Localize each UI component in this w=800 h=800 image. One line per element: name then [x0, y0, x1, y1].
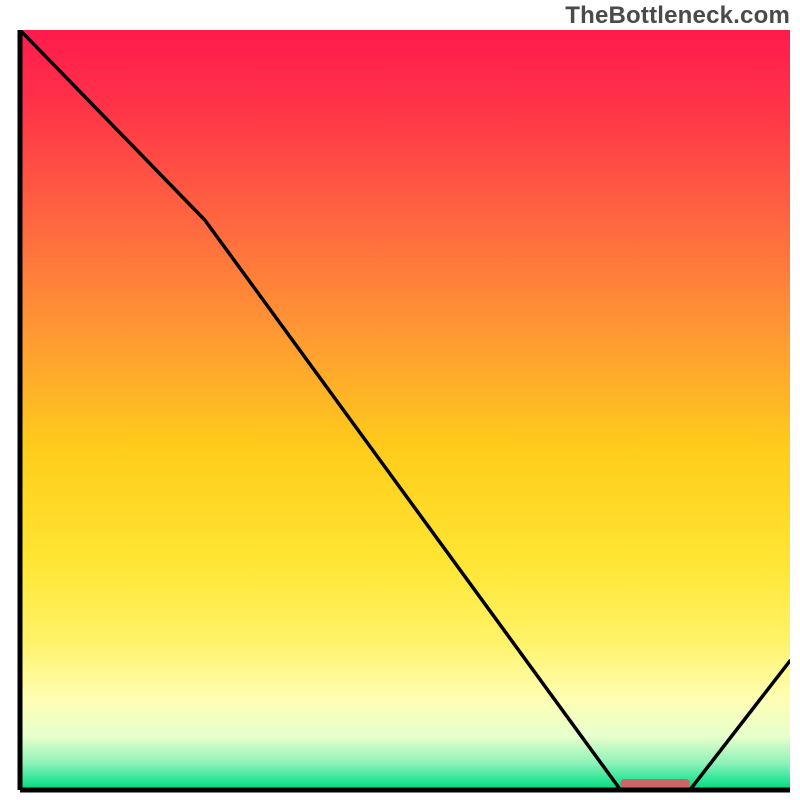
bottleneck-chart [0, 0, 800, 800]
watermark-text: TheBottleneck.com [565, 2, 790, 30]
chart-background [20, 30, 790, 790]
optimal-range-marker [621, 779, 690, 788]
